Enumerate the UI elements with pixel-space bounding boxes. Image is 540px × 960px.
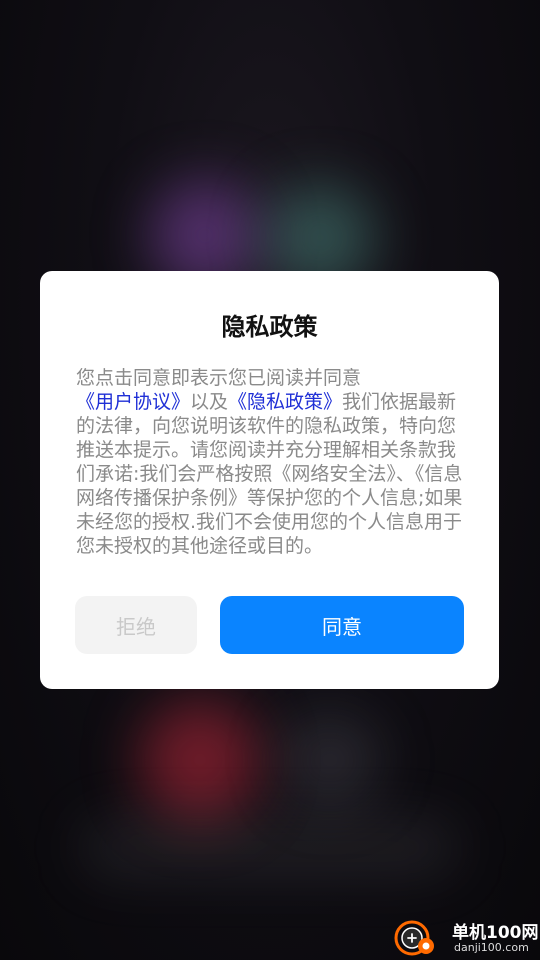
body-text: 我们依据最新的法律，向您说明该软件的隐私政策，特向您推送本提示。请您阅读并充分理… — [76, 391, 463, 557]
agree-button[interactable]: 同意 — [220, 596, 464, 654]
background-blur — [280, 715, 380, 805]
watermark-logo-icon — [394, 920, 434, 956]
background-blur — [140, 700, 260, 820]
screen: 隐私政策 您点击同意即表示您已阅读并同意《用户协议》以及《隐私政策》我们依据最新… — [0, 0, 540, 960]
body-text: 以及 — [190, 391, 229, 413]
watermark: 单机100网 danji100.com — [392, 914, 540, 960]
user-agreement-link[interactable]: 《用户协议》 — [76, 391, 190, 413]
watermark-name: 单机100网 — [452, 923, 539, 943]
background-blur — [80, 820, 460, 875]
watermark-domain: danji100.com — [454, 941, 529, 954]
reject-button[interactable]: 拒绝 — [75, 596, 197, 654]
privacy-policy-link[interactable]: 《隐私政策》 — [228, 391, 342, 413]
dialog-title: 隐私政策 — [221, 313, 318, 341]
dialog-body: 您点击同意即表示您已阅读并同意《用户协议》以及《隐私政策》我们依据最新的法律，向… — [76, 366, 466, 558]
body-text: 您点击同意即表示您已阅读并同意 — [76, 367, 362, 389]
privacy-dialog: 隐私政策 您点击同意即表示您已阅读并同意《用户协议》以及《隐私政策》我们依据最新… — [40, 271, 499, 689]
